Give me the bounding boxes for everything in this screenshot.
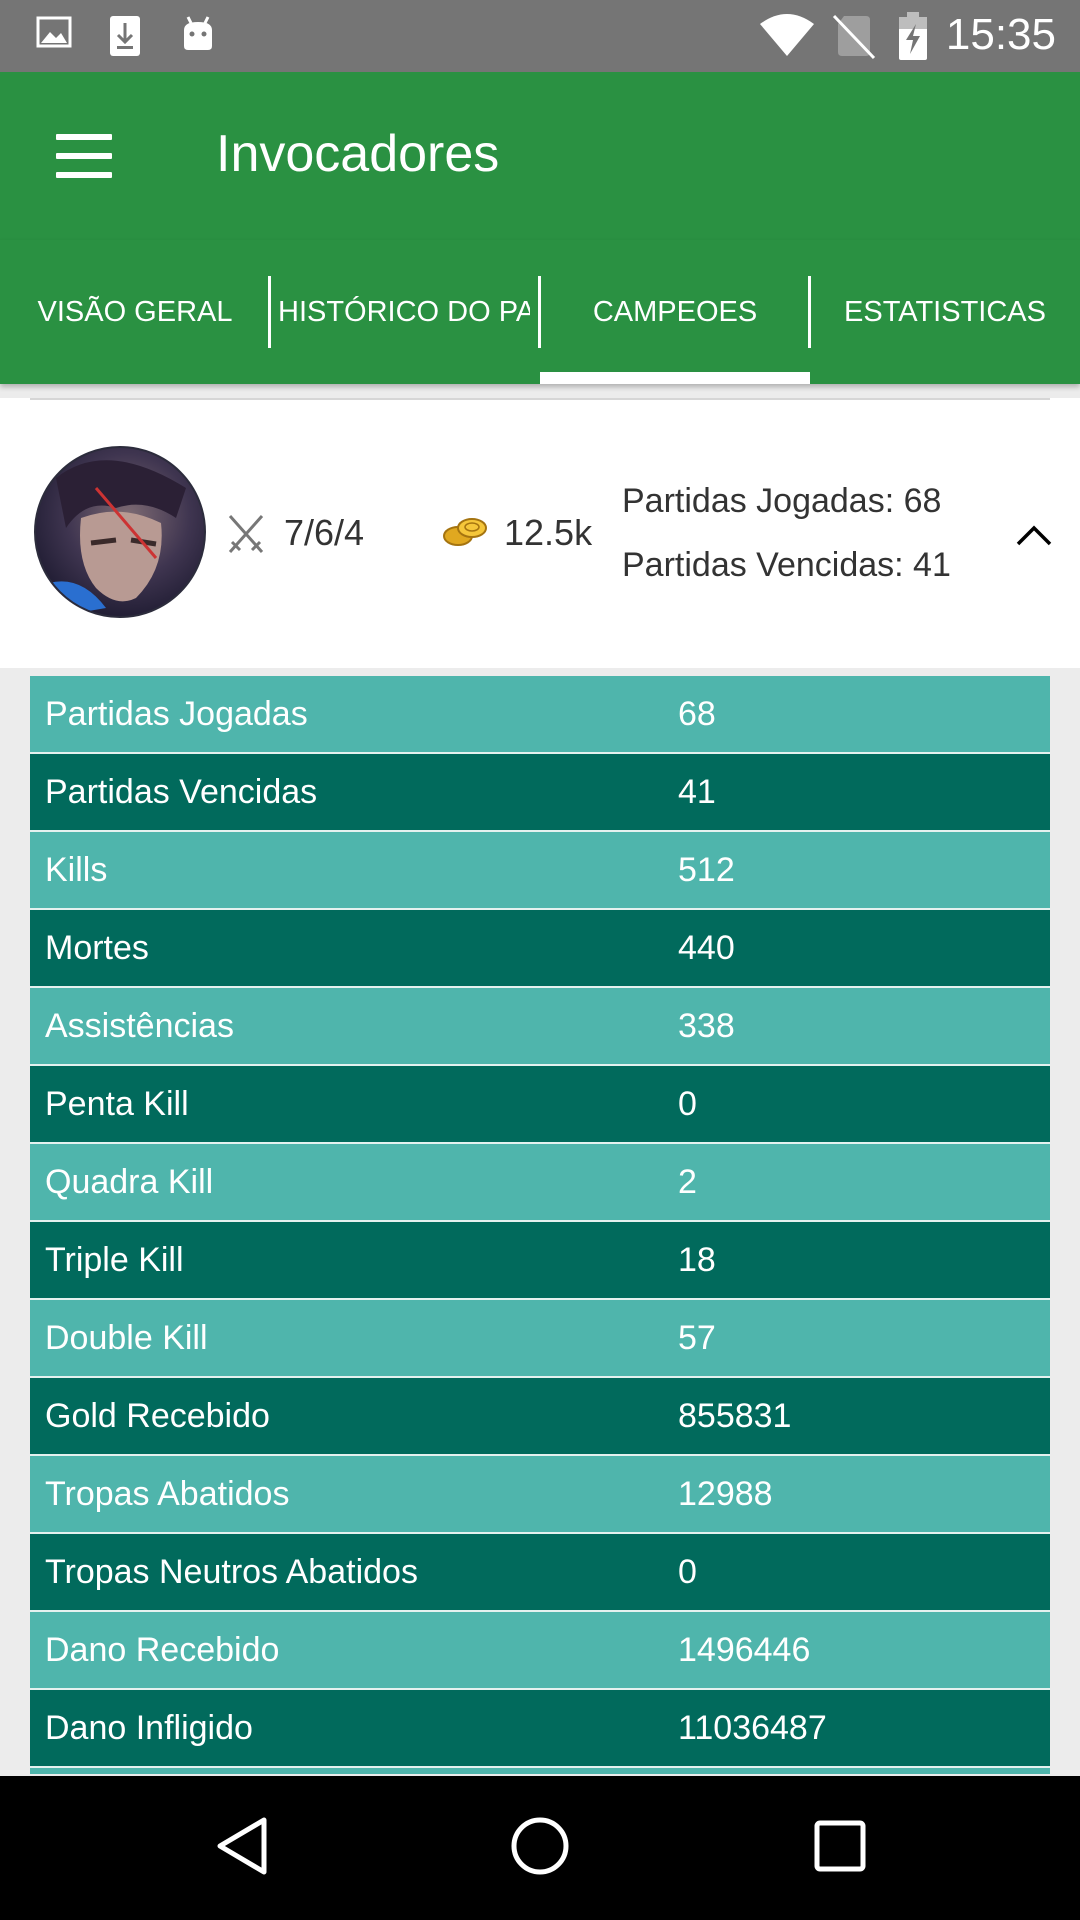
stat-value: 855831 [678,1396,792,1435]
table-row [30,1768,1050,1774]
table-row: Penta Kill 0 [30,1066,1050,1144]
chevron-up-icon[interactable] [1014,522,1054,553]
wifi-icon [758,12,816,63]
stat-label: Assistências [45,1006,234,1045]
tab-estatisticas[interactable]: ESTATISTICAS [810,240,1080,384]
stat-label: Partidas Vencidas [45,772,318,811]
champion-portrait [34,446,206,618]
app-bar: Invocadores [0,72,1080,240]
stat-value: 2 [678,1162,697,1201]
matches-won-summary: Partidas Vencidas: 41 [622,546,951,584]
tab-divider [268,276,271,348]
stat-value: 18 [678,1240,716,1279]
stat-label: Double Kill [45,1318,208,1357]
gold-coins-icon [442,514,490,555]
stat-label: Dano Infligido [45,1708,253,1747]
stat-value: 0 [678,1552,697,1591]
stat-value: 1496446 [678,1630,811,1669]
gold-value: 12.5k [504,512,593,553]
stat-value: 12988 [678,1474,773,1513]
table-row: Dano Recebido 1496446 [30,1612,1050,1690]
status-bar: 15:35 [0,0,1080,72]
matches-played-summary: Partidas Jogadas: 68 [622,482,942,520]
android-icon [178,14,218,59]
selected-tab-indicator [540,372,810,384]
clock: 15:35 [945,10,1056,59]
table-row: Quadra Kill 2 [30,1144,1050,1222]
stat-label: Penta Kill [45,1084,189,1123]
recents-icon[interactable] [812,1814,868,1883]
table-row: Tropas Neutros Abatidos 0 [30,1534,1050,1612]
crossed-swords-icon [226,512,266,561]
stat-value: 68 [678,694,716,733]
download-icon [108,14,142,63]
tab-bar: VISÃO GERAL HISTÓRICO DO PA CAMPEOES EST… [0,240,1080,384]
battery-charging-icon [896,10,930,67]
stat-label: Dano Recebido [45,1630,280,1669]
champion-card[interactable]: 7/6/4 12.5k Partidas Jogadas: 68 Partida… [0,398,1080,668]
tab-historico[interactable]: HISTÓRICO DO PA [278,240,530,384]
table-row: Partidas Jogadas 68 [30,676,1050,754]
navigation-bar [0,1776,1080,1920]
stat-label: Partidas Jogadas [45,694,308,733]
stat-label: Triple Kill [45,1240,184,1279]
table-row: Mortes 440 [30,910,1050,988]
stat-value: 512 [678,850,735,889]
table-row: Dano Infligido 11036487 [30,1690,1050,1768]
stat-value: 440 [678,928,735,967]
tab-visao-geral[interactable]: VISÃO GERAL [0,240,270,384]
stat-label: Tropas Neutros Abatidos [45,1552,418,1591]
stat-value: 41 [678,772,716,811]
home-icon[interactable] [510,1814,570,1883]
image-icon [36,14,72,55]
table-row: Triple Kill 18 [30,1222,1050,1300]
table-row: Assistências 338 [30,988,1050,1066]
stat-label: Gold Recebido [45,1396,270,1435]
divider [30,398,1050,400]
table-row: Double Kill 57 [30,1300,1050,1378]
stat-label: Quadra Kill [45,1162,214,1201]
stat-label: Tropas Abatidos [45,1474,290,1513]
no-sim-icon [832,12,876,65]
kda-value: 7/6/4 [284,512,365,553]
stats-table: Partidas Jogadas 68 Partidas Vencidas 41 K… [30,676,1050,1774]
stat-label: Mortes [45,928,149,967]
stat-value: 338 [678,1006,735,1045]
stat-label: Kills [45,850,108,889]
table-row: Tropas Abatidos 12988 [30,1456,1050,1534]
page-title: Invocadores [216,125,500,183]
table-row: Kills 512 [30,832,1050,910]
tab-campeoes[interactable]: CAMPEOES [540,240,810,384]
table-row: Partidas Vencidas 41 [30,754,1050,832]
stat-value: 0 [678,1084,697,1123]
stat-value: 57 [678,1318,716,1357]
hamburger-menu-icon[interactable] [56,134,112,178]
table-row: Gold Recebido 855831 [30,1378,1050,1456]
back-icon[interactable] [214,1814,270,1883]
stat-value: 11036487 [678,1708,827,1747]
